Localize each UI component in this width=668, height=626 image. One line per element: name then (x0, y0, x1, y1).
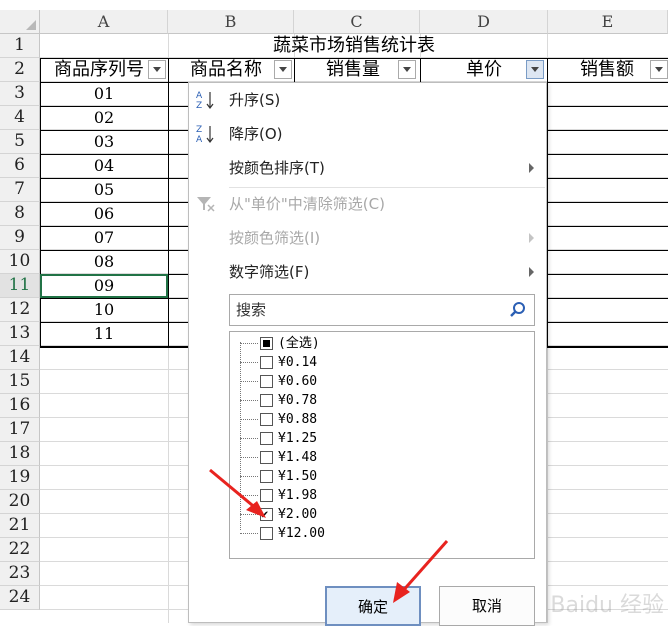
column-header-a[interactable]: A (40, 10, 168, 34)
cell-seq[interactable]: 11 (40, 322, 168, 346)
value-label: ¥1.25 (278, 431, 318, 446)
clear-filter-label: 从"单价"中清除筛选(C) (229, 195, 385, 213)
filter-dropdown-e[interactable] (650, 60, 668, 79)
svg-text:A: A (196, 91, 203, 101)
filter-dropdown-a[interactable] (148, 60, 166, 79)
value-label: ¥1.98 (278, 488, 318, 503)
row-header-21[interactable]: 21 (0, 514, 40, 538)
header-amount[interactable]: 销售额 (580, 58, 650, 82)
row-header-10[interactable]: 10 (0, 250, 40, 274)
svg-text:Z: Z (196, 125, 202, 135)
value-label: ¥0.88 (278, 412, 318, 427)
filter-menu: AZ 升序(S) ZA 降序(O) 按颜色排序(T) 从"单价"中清除筛选(C)… (188, 82, 547, 626)
header-qty[interactable]: 销售量 (326, 58, 396, 82)
cell-seq[interactable]: 04 (40, 154, 168, 178)
cell-seq[interactable]: 07 (40, 226, 168, 250)
value-checkbox[interactable] (260, 375, 273, 388)
row-header-1[interactable]: 1 (0, 34, 40, 58)
value-label: ¥1.48 (278, 450, 318, 465)
submenu-arrow-icon (529, 267, 534, 277)
filter-dropdown-b[interactable] (274, 60, 292, 79)
cell-seq[interactable]: 08 (40, 250, 168, 274)
row-header-15[interactable]: 15 (0, 370, 40, 394)
filter-dropdown-d[interactable] (526, 60, 544, 79)
row-header-7[interactable]: 7 (0, 178, 40, 202)
value-checkbox[interactable] (260, 413, 273, 426)
svg-text:Z: Z (196, 101, 202, 111)
select-all-corner[interactable] (0, 10, 40, 34)
value-label: ¥2.00 (278, 507, 318, 522)
column-header-d[interactable]: D (420, 10, 548, 34)
value-checkbox[interactable] (260, 394, 273, 407)
row-header-2[interactable]: 2 (0, 58, 40, 82)
header-seq[interactable]: 商品序列号 (54, 58, 150, 82)
cell-seq[interactable]: 02 (40, 106, 168, 130)
annotation-arrow-checkbox (209, 468, 266, 518)
search-icon[interactable] (508, 300, 528, 320)
menu-sort-ascending[interactable]: AZ 升序(S) (189, 83, 546, 117)
row-header-8[interactable]: 8 (0, 202, 40, 226)
row-header-9[interactable]: 9 (0, 226, 40, 250)
row-header-5[interactable]: 5 (0, 130, 40, 154)
row-header-22[interactable]: 22 (0, 538, 40, 562)
menu-filter-by-color[interactable]: 按颜色筛选(I) (189, 221, 546, 255)
value-label: ¥12.00 (278, 526, 325, 541)
row-header-24[interactable]: 24 (0, 586, 40, 610)
value-label: ¥0.14 (278, 355, 318, 370)
select-all-checkbox[interactable] (260, 337, 273, 350)
row-header-14[interactable]: 14 (0, 346, 40, 370)
row-header-11[interactable]: 11 (0, 274, 40, 298)
search-input[interactable] (234, 295, 498, 325)
column-header-e[interactable]: E (548, 10, 668, 34)
row-header-4[interactable]: 4 (0, 106, 40, 130)
value-label: ¥0.60 (278, 374, 318, 389)
table-title[interactable]: 蔬菜市场销售统计表 (40, 34, 668, 58)
row-header-6[interactable]: 6 (0, 154, 40, 178)
sort-by-color-label: 按颜色排序(T) (229, 159, 325, 177)
value-label: ¥0.78 (278, 393, 318, 408)
submenu-arrow-icon (529, 163, 534, 173)
select-all-label: (全选) (278, 336, 320, 351)
row-header-16[interactable]: 16 (0, 394, 40, 418)
column-header-b[interactable]: B (168, 10, 294, 34)
sort-ascending-icon: AZ (195, 89, 217, 111)
menu-clear-filter[interactable]: 从"单价"中清除筛选(C) (189, 187, 546, 221)
cell-seq[interactable]: 03 (40, 130, 168, 154)
sort-descending-label: 降序(O) (229, 125, 283, 143)
header-name[interactable]: 商品名称 (190, 58, 274, 82)
submenu-arrow-icon (529, 233, 534, 243)
row-header-23[interactable]: 23 (0, 562, 40, 586)
column-header-c[interactable]: C (294, 10, 420, 34)
sort-ascending-label: 升序(S) (229, 91, 281, 109)
cell-seq[interactable]: 05 (40, 178, 168, 202)
value-checkbox[interactable] (260, 356, 273, 369)
row-header-20[interactable]: 20 (0, 490, 40, 514)
row-header-19[interactable]: 19 (0, 466, 40, 490)
watermark: Baidu 经验 (550, 593, 664, 618)
value-checkbox[interactable] (260, 527, 273, 540)
number-filter-label: 数字筛选(F) (229, 263, 310, 281)
header-price[interactable]: 单价 (466, 58, 506, 82)
sort-descending-icon: ZA (195, 123, 217, 145)
value-label: ¥1.50 (278, 469, 318, 484)
clear-filter-icon (195, 193, 217, 215)
filter-dropdown-c[interactable] (398, 60, 416, 79)
menu-sort-descending[interactable]: ZA 降序(O) (189, 117, 546, 151)
filter-by-color-label: 按颜色筛选(I) (229, 229, 321, 247)
cell-seq[interactable]: 06 (40, 202, 168, 226)
menu-sort-by-color[interactable]: 按颜色排序(T) (189, 151, 546, 185)
annotation-arrow-ok (393, 540, 449, 603)
search-box[interactable] (229, 294, 535, 326)
row-header-3[interactable]: 3 (0, 82, 40, 106)
active-cell-a11[interactable] (40, 274, 168, 298)
value-checkbox[interactable] (260, 432, 273, 445)
svg-text:A: A (196, 135, 203, 145)
cell-seq[interactable]: 10 (40, 298, 168, 322)
row-header-18[interactable]: 18 (0, 442, 40, 466)
cell-seq[interactable]: 01 (40, 82, 168, 106)
row-header-12[interactable]: 12 (0, 298, 40, 322)
menu-number-filter[interactable]: 数字筛选(F) (189, 255, 546, 289)
row-header-13[interactable]: 13 (0, 322, 40, 346)
row-header-17[interactable]: 17 (0, 418, 40, 442)
